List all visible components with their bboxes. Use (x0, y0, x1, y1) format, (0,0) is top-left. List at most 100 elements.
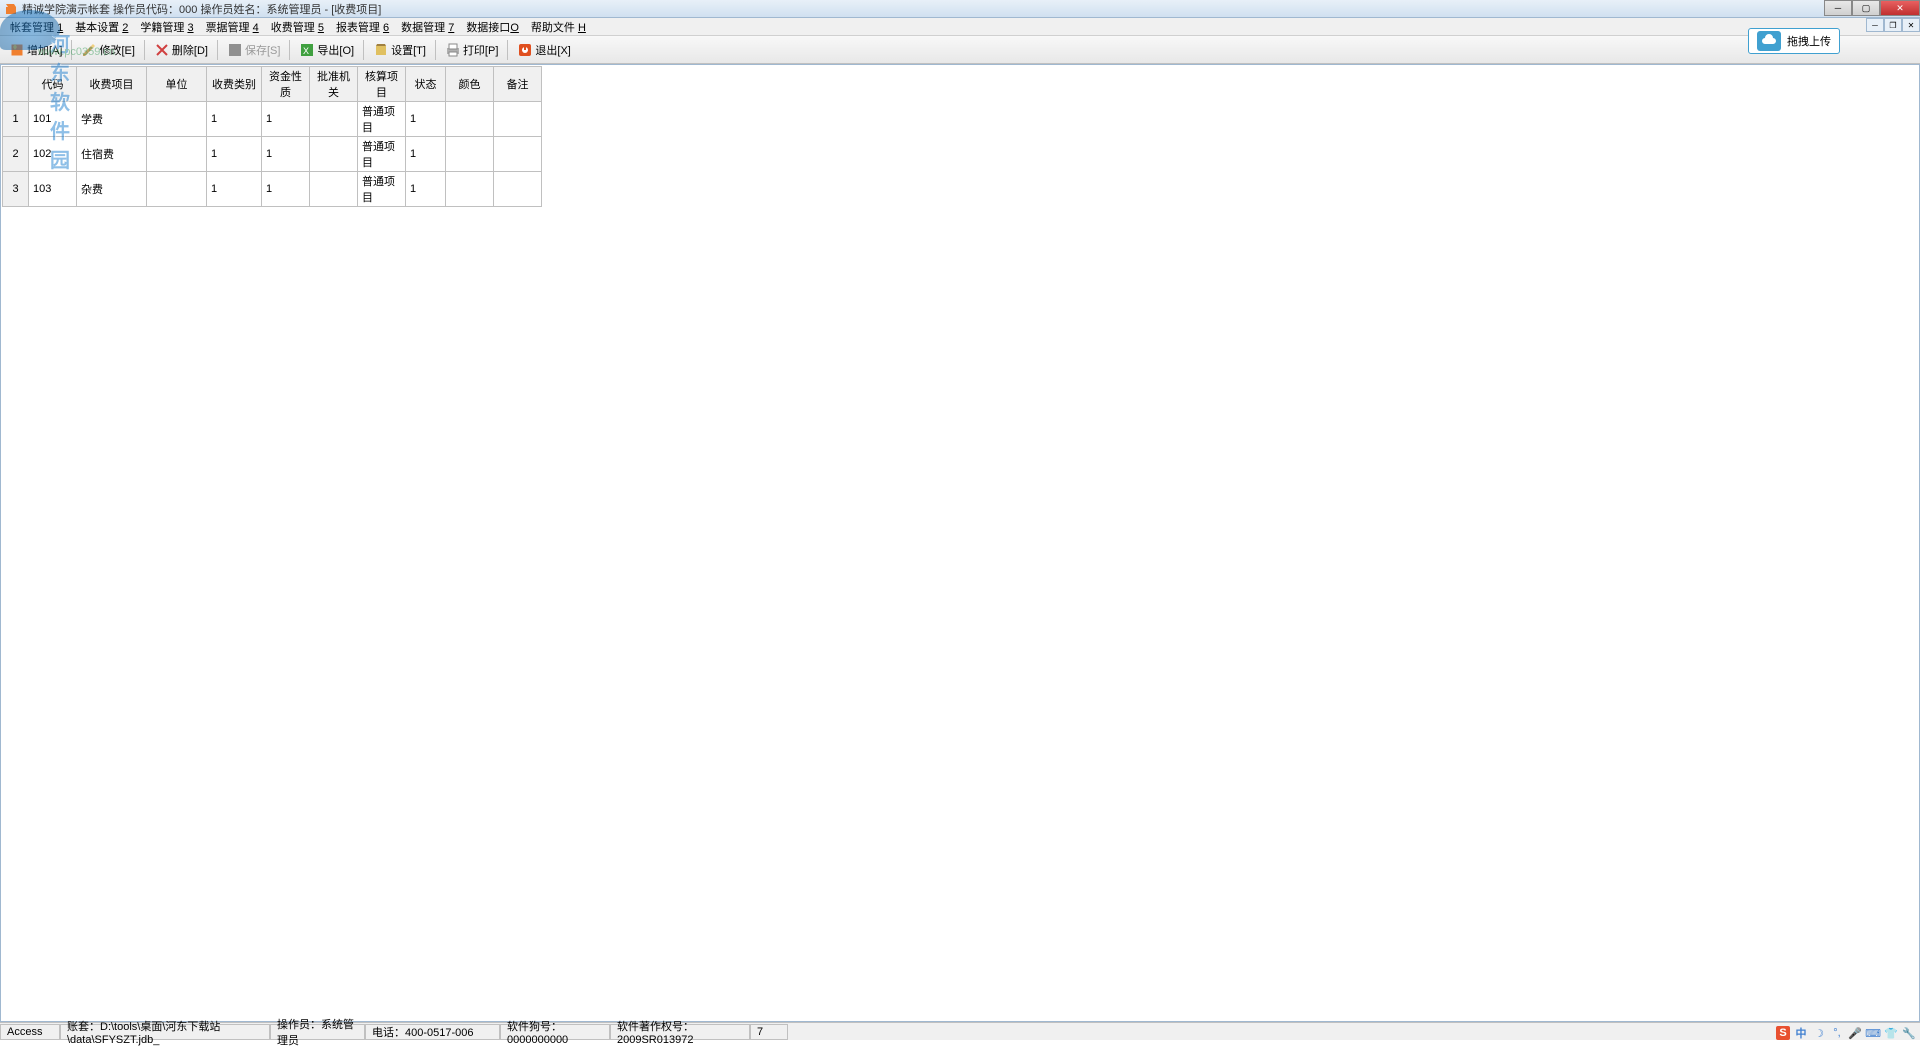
cell-code[interactable]: 101 (29, 102, 77, 137)
col-code[interactable]: 代码 (29, 67, 77, 102)
menu-fees[interactable]: 收费管理 5 (265, 17, 330, 37)
cell-fund[interactable]: 1 (262, 137, 310, 172)
mdi-minimize-button[interactable]: ─ (1866, 18, 1884, 32)
menu-account[interactable]: 帐套管理 1 (4, 17, 69, 37)
cell-color[interactable] (446, 172, 494, 207)
menu-basic-settings[interactable]: 基本设置 2 (69, 17, 134, 37)
delete-icon (154, 42, 170, 58)
close-button[interactable]: ✕ (1880, 0, 1920, 16)
print-label: 打印[P] (463, 42, 498, 58)
exit-icon (517, 42, 533, 58)
cell-type[interactable]: 1 (207, 102, 262, 137)
ime-lang-icon[interactable]: 中 (1794, 1026, 1808, 1040)
col-fund[interactable]: 资金性质 (262, 67, 310, 102)
cell-remark[interactable] (494, 137, 542, 172)
header-row: 代码 收费项目 单位 收费类别 资金性质 批准机关 核算项目 状态 颜色 备注 (3, 67, 542, 102)
cell-status[interactable]: 1 (406, 102, 446, 137)
cell-rownum[interactable]: 1 (3, 102, 29, 137)
menu-interface[interactable]: 数据接口O (460, 17, 525, 37)
cloud-icon (1757, 31, 1781, 51)
edit-button[interactable]: 修改[E] (76, 39, 139, 61)
titlebar-text: 精诚学院演示帐套 操作员代码：000 操作员姓名：系统管理员 - [收费项目] (22, 1, 381, 17)
cell-code[interactable]: 102 (29, 137, 77, 172)
cell-rownum[interactable]: 2 (3, 137, 29, 172)
ime-punct-icon[interactable]: °, (1830, 1026, 1844, 1040)
cell-rownum[interactable]: 3 (3, 172, 29, 207)
cell-account[interactable]: 普通项目 (358, 172, 406, 207)
cell-name[interactable]: 学费 (77, 102, 147, 137)
settings-icon (373, 42, 389, 58)
menu-reports[interactable]: 报表管理 6 (330, 17, 395, 37)
ime-moon-icon[interactable]: ☽ (1812, 1026, 1826, 1040)
cell-account[interactable]: 普通项目 (358, 102, 406, 137)
cell-color[interactable] (446, 137, 494, 172)
col-account[interactable]: 核算项目 (358, 67, 406, 102)
menu-student[interactable]: 学籍管理 3 (134, 17, 199, 37)
cell-account[interactable]: 普通项目 (358, 137, 406, 172)
add-label: 增加[A] (27, 42, 62, 58)
print-button[interactable]: 打印[P] (440, 39, 503, 61)
edit-icon (81, 42, 97, 58)
cell-approve[interactable] (310, 172, 358, 207)
cell-type[interactable]: 1 (207, 137, 262, 172)
cell-approve[interactable] (310, 102, 358, 137)
menubar: 帐套管理 1 基本设置 2 学籍管理 3 票据管理 4 收费管理 5 报表管理 … (0, 18, 1920, 36)
col-rownum[interactable] (3, 67, 29, 102)
cell-code[interactable]: 103 (29, 172, 77, 207)
exit-button[interactable]: 退出[X] (512, 39, 575, 61)
col-status[interactable]: 状态 (406, 67, 446, 102)
cell-fund[interactable]: 1 (262, 102, 310, 137)
export-button[interactable]: X 导出[O] (294, 39, 359, 61)
cell-type[interactable]: 1 (207, 172, 262, 207)
delete-button[interactable]: 删除[D] (149, 39, 213, 61)
menu-data[interactable]: 数据管理 7 (395, 17, 460, 37)
table-row[interactable]: 3103杂费11普通项目1 (3, 172, 542, 207)
cell-fund[interactable]: 1 (262, 172, 310, 207)
cell-name[interactable]: 住宿费 (77, 137, 147, 172)
status-dongle: 软件狗号：0000000000 (500, 1024, 610, 1040)
table-row[interactable]: 1101学费11普通项目1 (3, 102, 542, 137)
toolbar: 增加[A] 修改[E] 删除[D] 保存[S] X 导出[O] 设置[T] 打印… (0, 36, 1920, 64)
cell-approve[interactable] (310, 137, 358, 172)
ime-tool-icon[interactable]: 🔧 (1902, 1026, 1916, 1040)
cell-unit[interactable] (147, 102, 207, 137)
cell-status[interactable]: 1 (406, 172, 446, 207)
cell-name[interactable]: 杂费 (77, 172, 147, 207)
col-color[interactable]: 颜色 (446, 67, 494, 102)
col-name[interactable]: 收费项目 (77, 67, 147, 102)
mdi-close-button[interactable]: ✕ (1902, 18, 1920, 32)
print-icon (445, 42, 461, 58)
separator (144, 40, 145, 60)
cell-unit[interactable] (147, 137, 207, 172)
cell-status[interactable]: 1 (406, 137, 446, 172)
settings-button[interactable]: 设置[T] (368, 39, 431, 61)
table-row[interactable]: 2102住宿费11普通项目1 (3, 137, 542, 172)
settings-label: 设置[T] (391, 42, 426, 58)
cell-color[interactable] (446, 102, 494, 137)
minimize-button[interactable]: ─ (1824, 0, 1852, 16)
mdi-restore-button[interactable]: ❐ (1884, 18, 1902, 32)
data-grid[interactable]: 代码 收费项目 单位 收费类别 资金性质 批准机关 核算项目 状态 颜色 备注 … (2, 66, 542, 207)
ime-skin-icon[interactable]: 👕 (1884, 1026, 1898, 1040)
col-unit[interactable]: 单位 (147, 67, 207, 102)
status-extra: 7 (750, 1024, 788, 1040)
system-tray: S 中 ☽ °, 🎤 ⌨ 👕 🔧 (1772, 1026, 1920, 1040)
ime-keyboard-icon[interactable]: ⌨ (1866, 1026, 1880, 1040)
sogou-ime-icon[interactable]: S (1776, 1026, 1790, 1040)
maximize-button[interactable]: ▢ (1852, 0, 1880, 16)
content-area: 代码 收费项目 单位 收费类别 资金性质 批准机关 核算项目 状态 颜色 备注 … (0, 64, 1920, 1022)
edit-label: 修改[E] (99, 42, 134, 58)
upload-overlay[interactable]: 拖拽上传 (1748, 28, 1840, 54)
cell-remark[interactable] (494, 172, 542, 207)
col-type[interactable]: 收费类别 (207, 67, 262, 102)
cell-remark[interactable] (494, 102, 542, 137)
upload-label: 拖拽上传 (1787, 33, 1831, 49)
menu-tickets[interactable]: 票据管理 4 (200, 17, 265, 37)
menu-help[interactable]: 帮助文件 H (525, 17, 592, 37)
col-remark[interactable]: 备注 (494, 67, 542, 102)
ime-mic-icon[interactable]: 🎤 (1848, 1026, 1862, 1040)
add-button[interactable]: 增加[A] (4, 39, 67, 61)
cell-unit[interactable] (147, 172, 207, 207)
status-operator: 操作员：系统管理员 (270, 1024, 365, 1040)
col-approve[interactable]: 批准机关 (310, 67, 358, 102)
